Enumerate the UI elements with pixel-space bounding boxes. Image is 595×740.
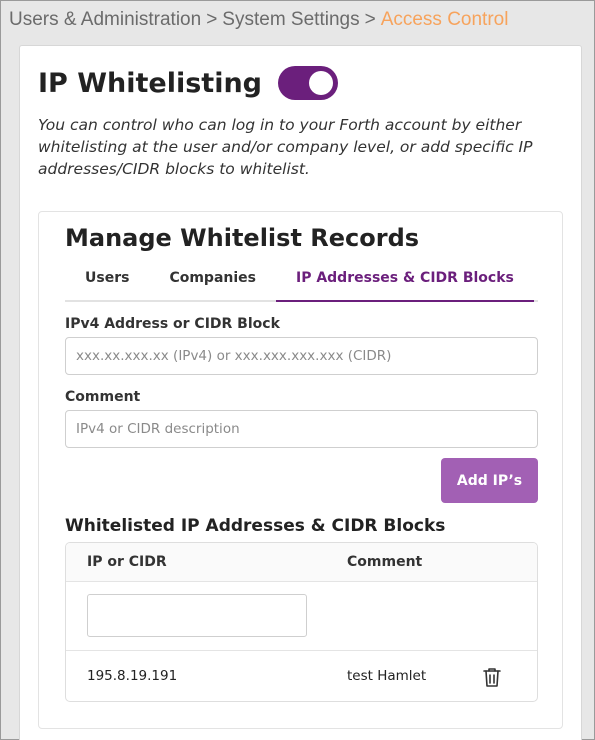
breadcrumb-current: Access Control [380, 9, 509, 30]
tab-companies[interactable]: Companies [149, 260, 276, 302]
comment-input[interactable] [65, 410, 538, 448]
row-comment-cell: test Hamlet [347, 668, 427, 684]
ip-address-input[interactable] [65, 337, 538, 375]
breadcrumb: Users & Administration > System Settings > A… [9, 9, 508, 31]
page-title: IP Whitelisting [38, 67, 263, 99]
row-ip-cell: 195.8.19.191 [87, 668, 178, 684]
ip-field-label: IPv4 Address or CIDR Block [65, 316, 280, 332]
title-row: IP Whitelisting [38, 66, 339, 100]
ip-filter-input[interactable] [87, 594, 307, 637]
page-description: You can control who can log in to your F… [38, 116, 533, 178]
tab-users[interactable]: Users [65, 260, 149, 302]
table-header: IP or CIDR Comment [66, 543, 537, 582]
ip-whitelisting-toggle[interactable] [278, 66, 339, 100]
column-header-ip[interactable]: IP or CIDR [87, 554, 167, 570]
whitelist-tabs: Users Companies IP Addresses & CIDR Bloc… [65, 260, 538, 302]
whitelist-table: IP or CIDR Comment 195.8.19.191 test Ham… [65, 542, 538, 702]
breadcrumb-item-system-settings[interactable]: System Settings [222, 9, 359, 30]
breadcrumb-separator: > [364, 9, 376, 30]
table-filter-row [66, 582, 537, 651]
trash-icon[interactable] [482, 666, 502, 688]
whitelist-table-title: Whitelisted IP Addresses & CIDR Blocks [65, 516, 446, 536]
table-row: 195.8.19.191 test Hamlet [66, 651, 537, 701]
add-ips-button[interactable]: Add IP’s [441, 458, 538, 503]
toggle-knob [309, 71, 334, 95]
comment-field-label: Comment [65, 389, 141, 405]
breadcrumb-item-users-admin[interactable]: Users & Administration [9, 9, 201, 30]
manage-whitelist-panel: Manage Whitelist Records Users Companies… [38, 211, 563, 729]
manage-section-title: Manage Whitelist Records [65, 224, 420, 252]
settings-card: IP Whitelisting You can control who can … [19, 45, 582, 740]
tab-ip-addresses[interactable]: IP Addresses & CIDR Blocks [275, 260, 534, 302]
column-header-comment[interactable]: Comment [347, 554, 422, 570]
breadcrumb-separator: > [206, 9, 218, 30]
